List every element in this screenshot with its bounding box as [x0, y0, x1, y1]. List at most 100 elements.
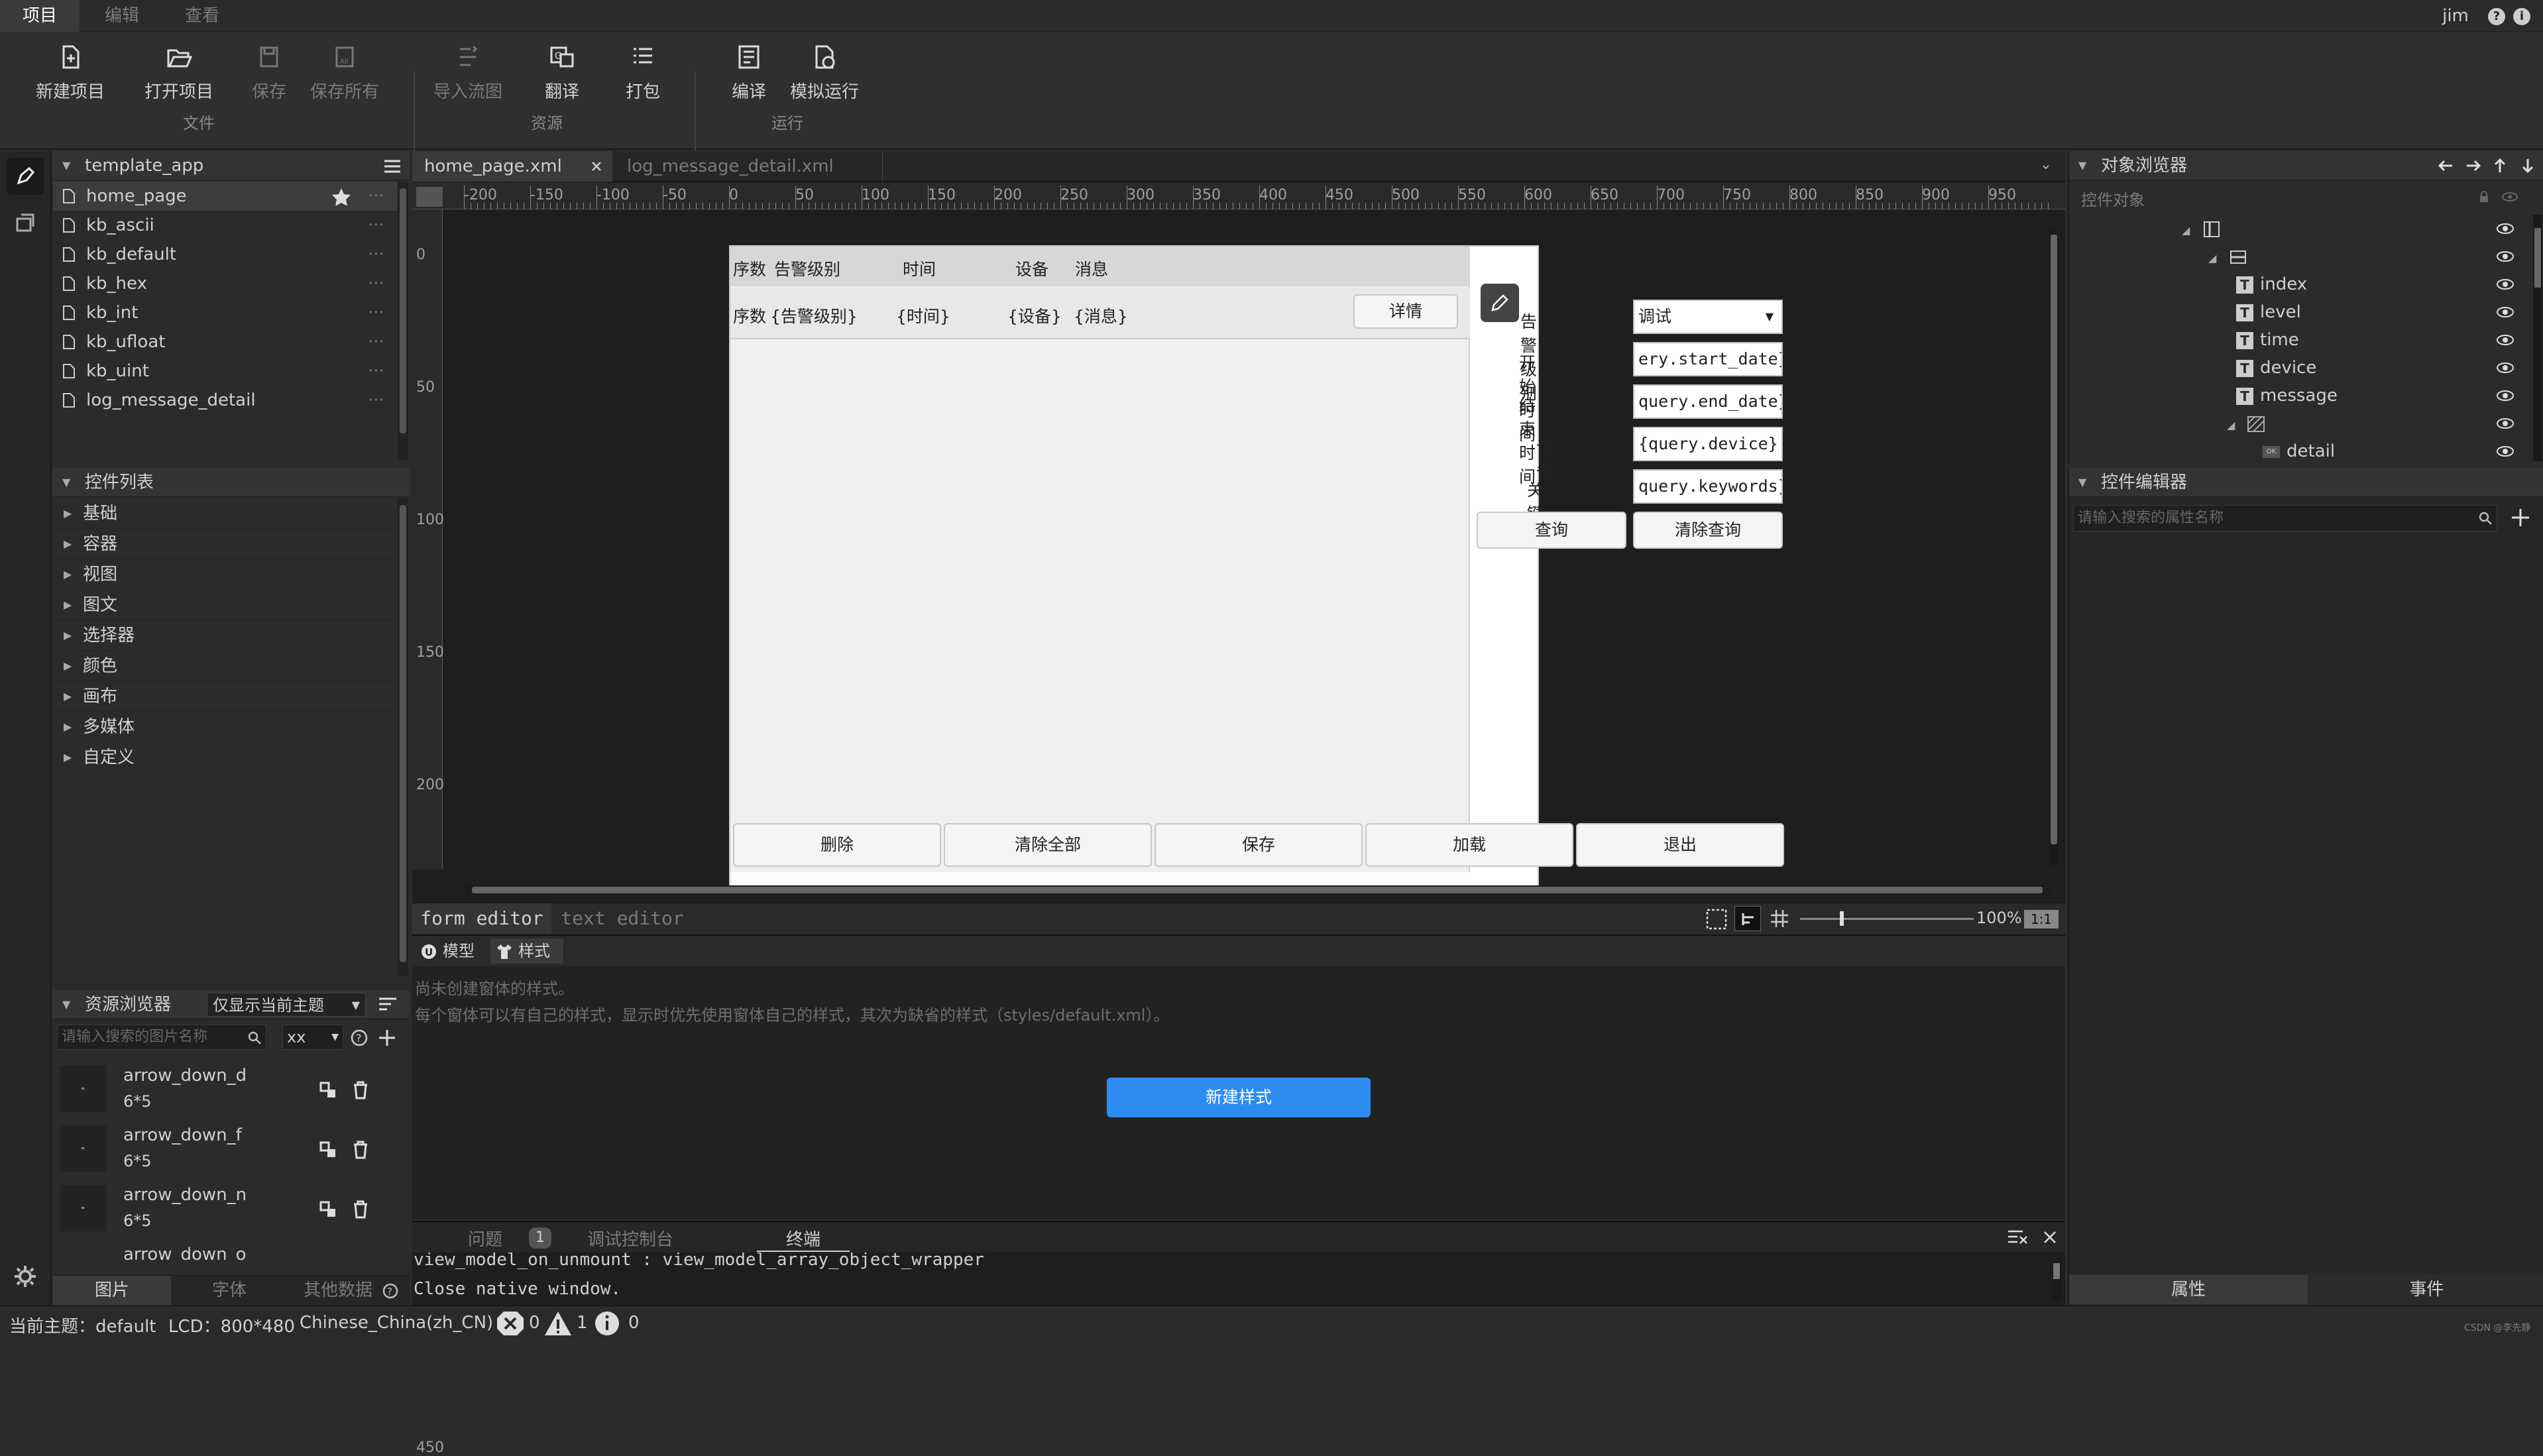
file-item[interactable]: kb_uint ···: [53, 357, 398, 386]
arrow-down-icon[interactable]: [2521, 158, 2534, 174]
arrow-left-icon[interactable]: [2438, 159, 2454, 172]
widget-category[interactable]: ▶ 容器: [53, 529, 410, 559]
info-circle-icon[interactable]: [593, 1310, 622, 1337]
trash-icon[interactable]: [351, 1200, 370, 1219]
tab-other-data[interactable]: 其他数据: [295, 1276, 381, 1305]
tab-home-page[interactable]: home_page.xml: [412, 151, 612, 182]
horizontal-scrollbar[interactable]: [465, 885, 2049, 895]
eye-icon[interactable]: [2501, 192, 2518, 201]
more-icon[interactable]: ···: [368, 386, 384, 415]
zoom-slider-handle[interactable]: [1840, 911, 1844, 926]
save-form-button[interactable]: 保存: [1155, 823, 1363, 867]
resources-view-button[interactable]: [7, 204, 44, 241]
current-locale[interactable]: Chinese_China(zh_CN): [300, 1313, 493, 1333]
arrow-right-icon[interactable]: [2465, 159, 2481, 172]
tab-model[interactable]: U 模型: [415, 938, 488, 964]
info-icon[interactable]: i: [2513, 8, 2530, 25]
more-icon[interactable]: ···: [368, 240, 384, 269]
error-icon[interactable]: [496, 1310, 525, 1337]
visibility-eye-icon[interactable]: [2496, 362, 2515, 374]
help-icon[interactable]: ?: [2488, 8, 2505, 25]
list-filter-icon[interactable]: [378, 997, 398, 1013]
resource-item[interactable]: arrow_down_f 6*5: [60, 1123, 404, 1182]
package-button[interactable]: 打包: [590, 44, 696, 103]
tab-fonts[interactable]: 字体: [172, 1276, 286, 1305]
visibility-eye-icon[interactable]: [2496, 306, 2515, 318]
widget-category[interactable]: ▶ 视图: [53, 559, 410, 590]
tab-problems[interactable]: 问题: [468, 1226, 502, 1251]
save-all-button[interactable]: All 保存所有: [292, 44, 398, 103]
grid-icon[interactable]: [1770, 909, 1789, 928]
arrow-up-icon[interactable]: [2493, 158, 2507, 174]
tab-log-message-detail[interactable]: log_message_detail.xml: [615, 151, 883, 182]
menu-view[interactable]: 查看: [162, 0, 242, 32]
keywords-input[interactable]: query.keywords}: [1633, 469, 1783, 504]
visibility-eye-icon[interactable]: [2496, 418, 2515, 429]
trash-icon[interactable]: [351, 1080, 370, 1100]
load-button[interactable]: 加载: [1365, 823, 1573, 867]
more-icon[interactable]: ···: [368, 182, 384, 211]
detail-button[interactable]: 详情: [1353, 294, 1458, 329]
tab-style[interactable]: 样式: [490, 938, 563, 964]
tree-node-label[interactable]: Tdevice: [2236, 354, 2316, 382]
trash-icon[interactable]: [351, 1140, 370, 1160]
menu-edit[interactable]: 编辑: [82, 0, 162, 32]
widget-category[interactable]: ▶ 选择器: [53, 620, 410, 651]
clear-all-button[interactable]: 清除全部: [944, 823, 1152, 867]
new-style-button[interactable]: 新建样式: [1107, 1078, 1371, 1117]
tree-node[interactable]: ◢: [2208, 243, 2248, 270]
file-item[interactable]: kb_default ···: [53, 240, 398, 269]
tab-debug-console[interactable]: 调试控制台: [587, 1226, 673, 1251]
tab-images[interactable]: 图片: [53, 1276, 171, 1305]
widget-category[interactable]: ▶ 多媒体: [53, 712, 410, 742]
align-tool-button[interactable]: [1734, 906, 1761, 931]
more-icon[interactable]: ···: [368, 211, 384, 240]
visibility-eye-icon[interactable]: [2496, 251, 2515, 262]
replace-icon[interactable]: [318, 1140, 338, 1160]
file-item[interactable]: kb_ascii ···: [53, 211, 398, 240]
widget-category[interactable]: ▶ 基础: [53, 498, 410, 529]
visibility-eye-icon[interactable]: [2496, 278, 2515, 290]
select-box-icon[interactable]: [1705, 907, 1728, 931]
help-circle-icon[interactable]: ?: [350, 1029, 368, 1047]
search-icon[interactable]: [247, 1031, 262, 1045]
vertical-scrollbar[interactable]: [2049, 229, 2059, 866]
image-search-input[interactable]: 请输入搜索的图片名称: [57, 1025, 266, 1050]
file-item[interactable]: home_page ···: [53, 182, 398, 211]
new-project-button[interactable]: 新建项目: [17, 44, 123, 103]
tree-node[interactable]: ◢: [2182, 215, 2222, 243]
collapse-triangle-icon[interactable]: ▼: [2078, 151, 2086, 180]
tab-form-editor[interactable]: form editor: [412, 903, 551, 934]
replace-icon[interactable]: [318, 1200, 338, 1219]
replace-icon[interactable]: [318, 1080, 338, 1100]
help-circle-icon[interactable]: ?: [382, 1282, 399, 1300]
tree-node-label[interactable]: OK detail: [2263, 437, 2335, 465]
add-icon[interactable]: [376, 1027, 398, 1048]
file-item[interactable]: kb_ufloat ···: [53, 327, 398, 357]
more-icon[interactable]: ···: [368, 269, 384, 298]
add-property-icon[interactable]: [2509, 506, 2532, 529]
design-view-button[interactable]: [7, 158, 44, 195]
menu-icon[interactable]: [383, 159, 402, 174]
collapse-triangle-icon[interactable]: ▼: [62, 468, 70, 497]
tab-terminal[interactable]: 终端: [757, 1226, 850, 1252]
property-search-input[interactable]: 请输入搜索的属性名称: [2073, 505, 2497, 532]
tree-node-label[interactable]: Tindex: [2236, 270, 2307, 298]
visibility-eye-icon[interactable]: [2496, 223, 2515, 235]
tree-node-label[interactable]: Tlevel: [2236, 298, 2301, 326]
chevrons-down-icon[interactable]: ⌄: [2040, 156, 2052, 173]
tab-text-editor[interactable]: text editor: [553, 903, 692, 934]
more-icon[interactable]: ···: [368, 327, 384, 357]
widget-category[interactable]: ▶ 画布: [53, 681, 410, 712]
zoom-slider[interactable]: [1800, 918, 1974, 920]
simulate-run-button[interactable]: 模拟运行: [771, 44, 877, 103]
scrollbar[interactable]: [2533, 215, 2542, 461]
level-select[interactable]: 调试 ▼: [1633, 300, 1783, 334]
actual-size-button[interactable]: 1:1: [2024, 910, 2059, 928]
clear-console-icon[interactable]: [2007, 1229, 2029, 1246]
more-icon[interactable]: ···: [368, 298, 384, 327]
resource-item[interactable]: arrow_down_n 6*5: [60, 1182, 404, 1242]
lcd-resolution[interactable]: LCD：800*480: [168, 1313, 295, 1337]
edit-icon-button[interactable]: [1481, 284, 1519, 322]
clear-query-button[interactable]: 清除查询: [1633, 512, 1783, 549]
